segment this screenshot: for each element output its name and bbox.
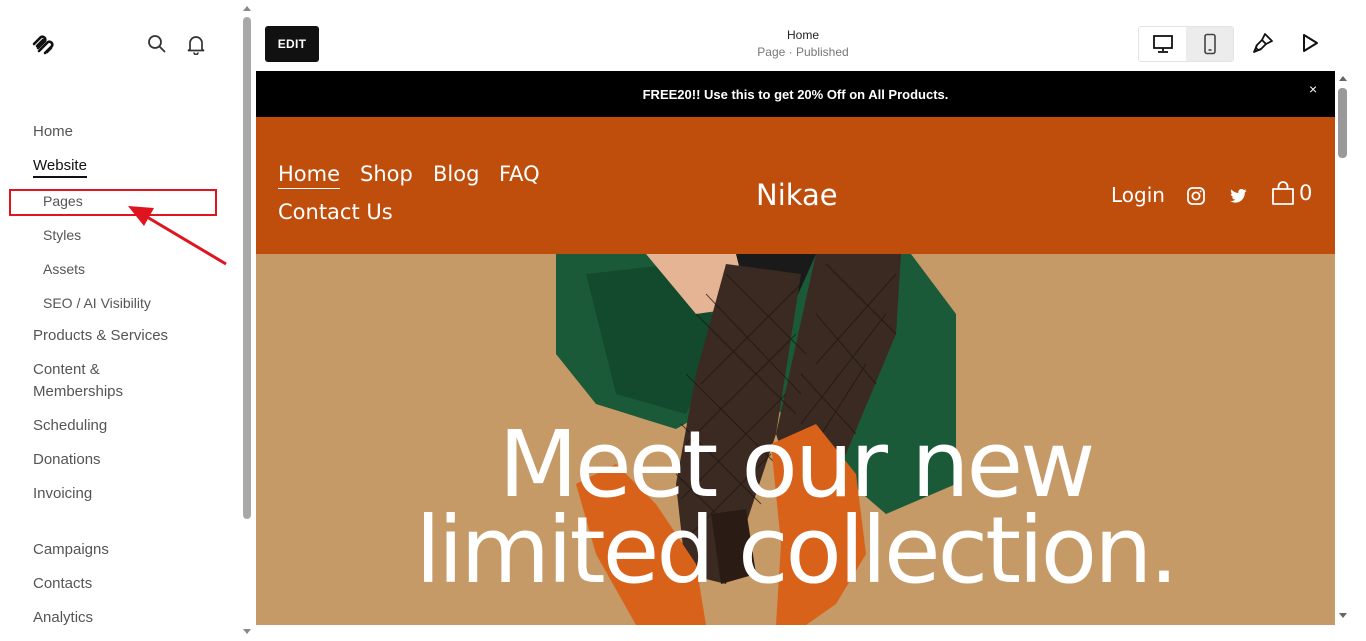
edit-button[interactable]: EDIT (265, 26, 319, 62)
preview-play-icon[interactable] (1298, 31, 1322, 55)
banner-close-button[interactable]: × (1309, 81, 1317, 97)
sidebar-item-assets[interactable]: Assets (43, 259, 85, 279)
device-toggle (1138, 26, 1234, 62)
instagram-icon[interactable] (1186, 186, 1206, 206)
sidebar-item-home[interactable]: Home (33, 121, 73, 143)
sidebar-item-seo[interactable]: SEO / AI Visibility (43, 293, 151, 313)
paintbrush-icon[interactable] (1251, 31, 1275, 55)
hero-title: Meet our new limited collection. (256, 411, 1335, 604)
sidebar-item-content[interactable]: Content & (33, 359, 100, 381)
scroll-down-arrow-icon[interactable] (243, 629, 251, 634)
site-nav-shop[interactable]: Shop (360, 162, 413, 186)
hero-section: Meet our new limited collection. (256, 254, 1335, 625)
sidebar-item-memberships[interactable]: Memberships (33, 381, 123, 403)
announcement-text: FREE20!! Use this to get 20% Off on All … (642, 86, 949, 102)
desktop-icon (1152, 35, 1173, 53)
hero-title-line1: Meet our new (498, 411, 1096, 518)
sidebar-scrollbar-thumb[interactable] (243, 17, 251, 519)
site-preview: FREE20!! Use this to get 20% Off on All … (256, 71, 1335, 625)
sidebar-item-campaigns[interactable]: Campaigns (33, 539, 109, 561)
preview-scroll-up-icon[interactable] (1339, 76, 1347, 81)
preview-scrollbar-thumb[interactable] (1338, 88, 1347, 158)
page-status: Page · Published (757, 45, 849, 59)
squarespace-logo-icon[interactable] (31, 32, 57, 56)
announcement-banner: FREE20!! Use this to get 20% Off on All … (256, 71, 1335, 117)
sidebar-item-analytics[interactable]: Analytics (33, 607, 93, 629)
scroll-up-arrow-icon[interactable] (243, 6, 251, 11)
site-brand[interactable]: Nikae (756, 178, 838, 212)
search-icon[interactable] (146, 33, 168, 55)
login-link[interactable]: Login (1111, 183, 1165, 207)
site-nav-faq[interactable]: FAQ (499, 162, 540, 186)
annotation-arrow-icon (128, 206, 227, 266)
site-nav-home[interactable]: Home (278, 162, 341, 189)
mobile-view-button[interactable] (1186, 27, 1233, 61)
sidebar-item-invoicing[interactable]: Invoicing (33, 483, 92, 505)
site-header: Home Shop Blog FAQ Contact Us Nikae Logi… (256, 117, 1335, 254)
preview-scroll-down-icon[interactable] (1339, 613, 1347, 618)
bell-icon[interactable] (185, 33, 207, 55)
mobile-icon (1203, 33, 1216, 55)
site-nav-contact[interactable]: Contact Us (278, 200, 393, 224)
desktop-view-button[interactable] (1139, 27, 1186, 61)
page-info: Home Page · Published (703, 27, 903, 61)
cart-icon[interactable] (1270, 180, 1296, 206)
cart-count: 0 (1299, 181, 1313, 205)
page-title: Home (786, 28, 819, 42)
sidebar-item-donations[interactable]: Donations (33, 449, 101, 471)
sidebar-item-label: Website (33, 157, 87, 178)
site-nav-blog[interactable]: Blog (433, 162, 479, 186)
sidebar-item-products-services[interactable]: Products & Services (33, 325, 168, 347)
hero-title-line2: limited collection. (415, 497, 1178, 604)
sidebar-item-scheduling[interactable]: Scheduling (33, 415, 107, 437)
sidebar-item-contacts[interactable]: Contacts (33, 573, 92, 595)
sidebar-item-website[interactable]: Website (33, 155, 87, 178)
sidebar: Home Website Pages Styles Assets SEO / A… (0, 0, 240, 641)
twitter-icon[interactable] (1228, 186, 1248, 206)
sidebar-item-styles[interactable]: Styles (43, 225, 81, 245)
